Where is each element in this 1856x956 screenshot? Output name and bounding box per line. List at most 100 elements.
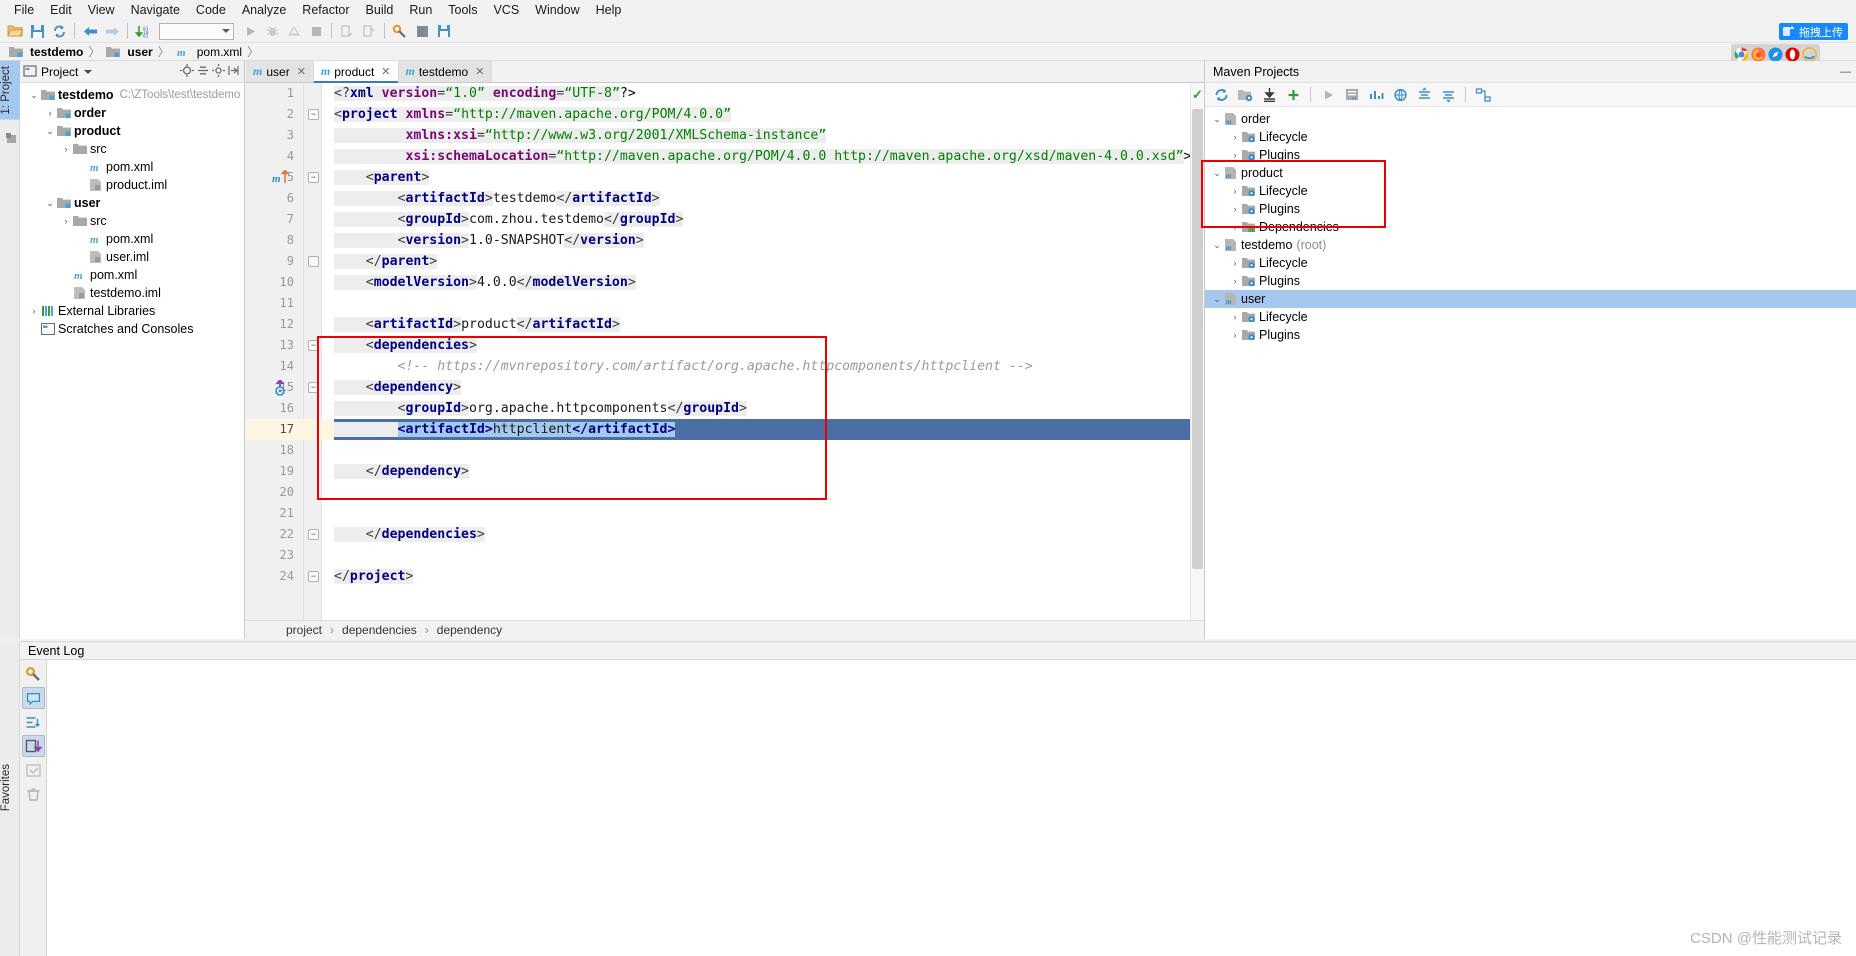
maven-tree-item-product[interactable]: ⌄ m product (1205, 164, 1856, 182)
upload-button[interactable]: 拖拽上传 (1779, 23, 1848, 40)
expand-collapse-icon[interactable] (22, 711, 45, 733)
update-project-icon[interactable]: 01 10 01 (132, 21, 154, 42)
collapse-all-icon[interactable] (196, 64, 210, 80)
sidebar-tab-favorites[interactable]: Favorites (0, 760, 12, 815)
project-tree-item-order[interactable]: › order (20, 104, 244, 122)
maven-tree-item-plugins[interactable]: › Plugins (1205, 272, 1856, 290)
project-tree-item-pom-xml[interactable]: m pom.xml (20, 158, 244, 176)
sidebar-tab-project[interactable]: 1: Project (0, 61, 20, 120)
expand-all-icon[interactable] (1437, 85, 1459, 105)
close-icon[interactable]: ✕ (475, 65, 484, 78)
fold-collapse-icon[interactable]: − (308, 340, 319, 351)
maven-tree-item-lifecycle[interactable]: › Lifecycle (1205, 308, 1856, 326)
menu-item-vcs[interactable]: VCS (485, 1, 527, 19)
open-folder-icon[interactable] (4, 21, 26, 42)
menu-item-view[interactable]: View (80, 1, 123, 19)
reimport-icon[interactable] (1210, 85, 1232, 105)
run-icon[interactable] (1317, 85, 1339, 105)
menu-item-code[interactable]: Code (188, 1, 234, 19)
close-icon[interactable]: ✕ (297, 65, 306, 78)
project-tree-item-src[interactable]: › src (20, 212, 244, 230)
collapse-all-icon[interactable] (1413, 85, 1435, 105)
scroll-to-end-icon[interactable] (21, 735, 45, 757)
chevron-down-icon[interactable] (84, 69, 93, 74)
show-diagram-icon[interactable] (1472, 85, 1494, 105)
forward-arrow-icon[interactable] (101, 21, 123, 42)
code-editor[interactable]: 1 <?xml version=“1.0” encoding=“UTF-8”?> 2… (246, 83, 1204, 639)
menu-item-build[interactable]: Build (358, 1, 402, 19)
hide-panel-icon[interactable] (227, 64, 239, 80)
stop-icon[interactable] (305, 21, 327, 42)
editor-scrollbar-thumb[interactable] (1192, 109, 1203, 569)
project-tree-item-product[interactable]: ⌄ product (20, 122, 244, 140)
chevron-down-icon[interactable]: ⌄ (44, 126, 56, 137)
menu-item-refactor[interactable]: Refactor (294, 1, 357, 19)
chevron-down-icon[interactable]: ⌄ (1211, 114, 1223, 125)
menu-item-navigate[interactable]: Navigate (123, 1, 188, 19)
chevron-down-icon[interactable]: ⌄ (28, 90, 40, 101)
editor-tab-testdemo[interactable]: m testdemo ✕ (398, 61, 493, 82)
chevron-right-icon[interactable]: › (1229, 330, 1241, 340)
project-tree-item-product-iml[interactable]: product.iml (20, 176, 244, 194)
execute-goal-icon[interactable]: m (1341, 85, 1363, 105)
editor-right-gutter[interactable]: ✓ (1190, 83, 1204, 639)
run-icon[interactable] (239, 21, 261, 42)
locate-icon[interactable] (180, 63, 194, 80)
toggle-skip-tests-icon[interactable] (1365, 85, 1387, 105)
chrome-icon[interactable] (1734, 47, 1749, 62)
hide-panel-icon[interactable]: — (1840, 66, 1851, 78)
chevron-down-icon[interactable]: ⌄ (1211, 168, 1223, 179)
chevron-right-icon[interactable]: › (60, 216, 72, 226)
coverage-icon[interactable] (283, 21, 305, 42)
fold-collapse-icon[interactable]: − (308, 382, 319, 393)
fold-collapse-icon[interactable]: − (308, 571, 319, 582)
editor-breadcrumb-item-dependencies[interactable]: dependencies (338, 623, 421, 637)
menu-item-run[interactable]: Run (401, 1, 440, 19)
project-tree-item-external-libraries[interactable]: › External Libraries (20, 302, 244, 320)
menu-item-window[interactable]: Window (527, 1, 587, 19)
opera-icon[interactable] (1785, 47, 1800, 62)
sync-icon[interactable] (48, 21, 70, 42)
project-tree-item-testdemo-iml[interactable]: testdemo.iml (20, 284, 244, 302)
project-tree-item-scratches-and-consoles[interactable]: Scratches and Consoles (20, 320, 244, 338)
firefox-icon[interactable] (1751, 47, 1766, 62)
safari-icon[interactable] (1768, 47, 1783, 62)
chevron-right-icon[interactable]: › (44, 108, 56, 118)
chevron-right-icon[interactable]: › (1229, 186, 1241, 196)
settings-wrench-icon[interactable] (389, 21, 411, 42)
maven-tree-item-plugins[interactable]: › Plugins (1205, 146, 1856, 164)
maven-tree-item-testdemo[interactable]: ⌄ m testdemo (root) (1205, 236, 1856, 254)
trash-icon[interactable] (22, 783, 45, 805)
debug-icon[interactable] (261, 21, 283, 42)
menu-item-edit[interactable]: Edit (42, 1, 80, 19)
chevron-right-icon[interactable]: › (1229, 204, 1241, 214)
maven-tree-item-dependencies[interactable]: › Dependencies (1205, 218, 1856, 236)
breadcrumb-item-testdemo[interactable]: testdemo (6, 45, 85, 59)
editor-breadcrumb-item-dependency[interactable]: dependency (433, 623, 506, 637)
maven-tree-item-lifecycle[interactable]: › Lifecycle (1205, 254, 1856, 272)
settings-wrench-icon[interactable] (22, 663, 45, 685)
breadcrumb-item-user[interactable]: user (103, 45, 154, 59)
chevron-right-icon[interactable]: › (1229, 258, 1241, 268)
edge-ie-icon[interactable] (1802, 47, 1817, 62)
sidebar-tab-structure[interactable] (0, 127, 20, 149)
editor-breadcrumb-item-project[interactable]: project (282, 623, 326, 637)
chevron-down-icon[interactable]: ⌄ (1211, 294, 1223, 305)
project-structure-icon[interactable] (411, 21, 433, 42)
fold-collapse-icon[interactable]: − (308, 529, 319, 540)
maven-tree-item-lifecycle[interactable]: › Lifecycle (1205, 128, 1856, 146)
attach-icon[interactable] (358, 21, 380, 42)
chevron-right-icon[interactable]: › (1229, 312, 1241, 322)
breadcrumb-item-pom-xml[interactable]: m pom.xml (173, 45, 244, 59)
maven-tree-item-plugins[interactable]: › Plugins (1205, 200, 1856, 218)
chevron-down-icon[interactable]: ⌄ (44, 198, 56, 209)
editor-tab-product[interactable]: m product ✕ (313, 61, 399, 83)
add-maven-project-icon[interactable] (1282, 85, 1304, 105)
save-icon[interactable] (26, 21, 48, 42)
mark-read-icon[interactable] (22, 759, 45, 781)
save-all-icon[interactable] (433, 21, 455, 42)
maven-tree-item-lifecycle[interactable]: › Lifecycle (1205, 182, 1856, 200)
project-tree-item-pom-xml[interactable]: m pom.xml (20, 266, 244, 284)
project-tree-item-src[interactable]: › src (20, 140, 244, 158)
close-icon[interactable]: ✕ (381, 65, 390, 78)
